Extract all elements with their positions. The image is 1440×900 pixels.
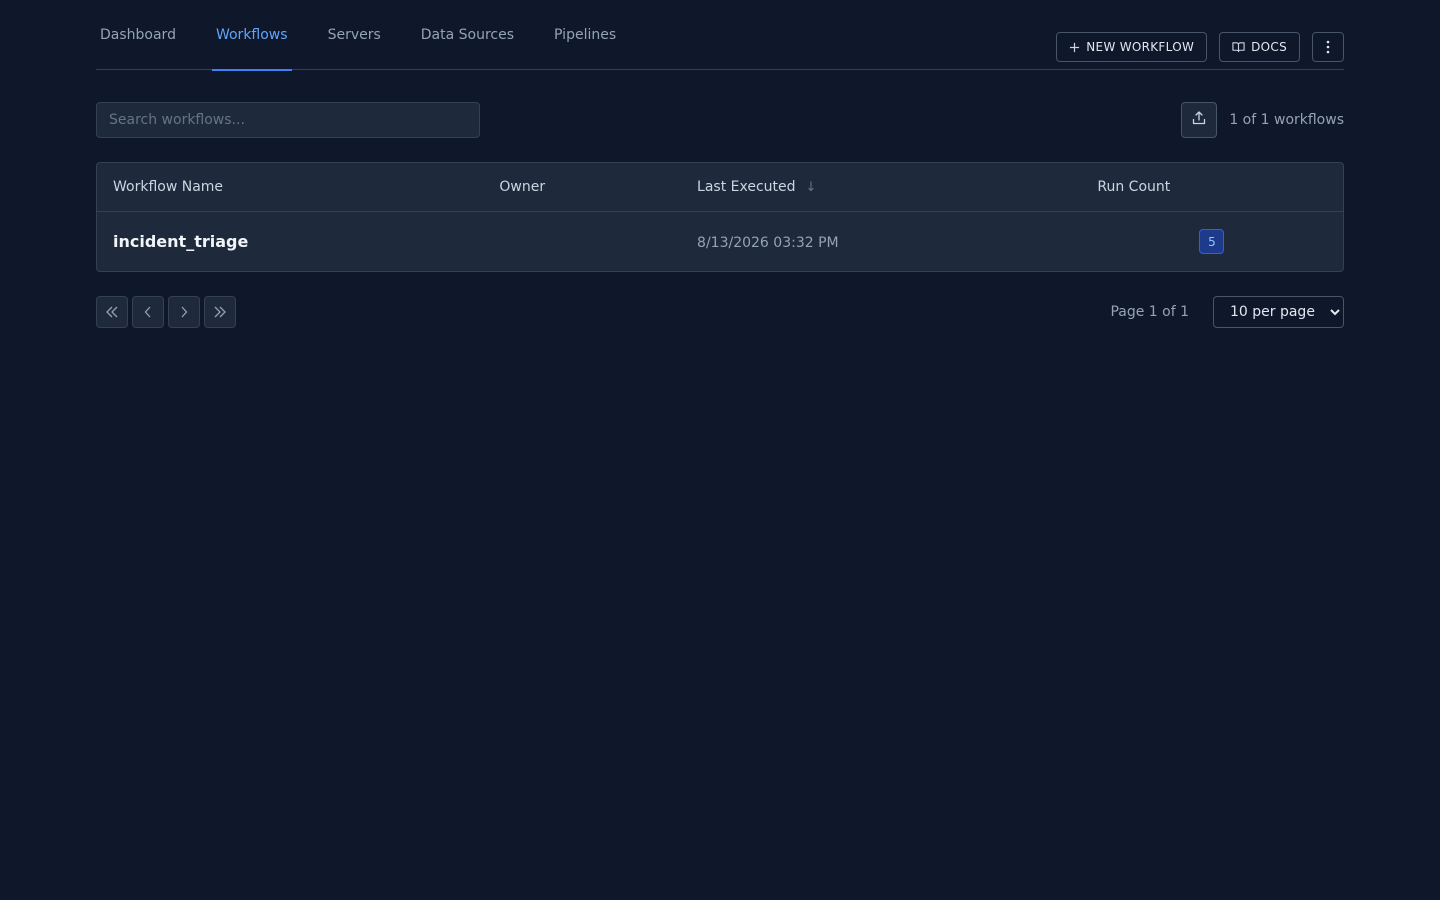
column-header-last-executed[interactable]: Last Executed ↓	[697, 179, 1097, 195]
sort-desc-icon: ↓	[805, 179, 817, 195]
chevrons-right-icon	[213, 303, 227, 322]
workflow-name[interactable]: incident_triage	[113, 232, 248, 251]
page-indicator: Page 1 of 1	[1110, 304, 1189, 320]
chevron-left-icon	[144, 303, 152, 322]
column-header-run-count[interactable]: Run Count	[1097, 179, 1343, 195]
plus-icon	[1069, 42, 1080, 53]
table-row[interactable]: incident_triage 8/13/2026 03:32 PM 5	[97, 212, 1343, 271]
app-container: Dashboard Workflows Servers Data Sources…	[96, 0, 1344, 328]
tab-pipelines[interactable]: Pipelines	[550, 0, 620, 70]
tab-dashboard[interactable]: Dashboard	[96, 0, 180, 70]
column-header-workflow-name[interactable]: Workflow Name	[97, 179, 499, 195]
run-count-badge: 5	[1199, 229, 1225, 254]
export-button[interactable]	[1181, 102, 1218, 138]
column-header-owner[interactable]: Owner	[499, 179, 697, 195]
tab-servers[interactable]: Servers	[324, 0, 385, 70]
tab-data-sources[interactable]: Data Sources	[417, 0, 518, 70]
docs-label: DOCS	[1251, 40, 1287, 54]
workflows-table: Workflow Name Owner Last Executed ↓ Run …	[96, 162, 1344, 272]
search-input[interactable]	[96, 102, 480, 138]
toolbar: 1 of 1 workflows	[96, 102, 1344, 138]
chevron-right-icon	[180, 303, 188, 322]
new-workflow-label: NEW WORKFLOW	[1086, 40, 1195, 54]
book-icon	[1232, 41, 1245, 53]
more-options-button[interactable]	[1312, 32, 1344, 62]
pagination-info: Page 1 of 1 10 per page	[1110, 296, 1344, 328]
first-page-button[interactable]	[96, 296, 128, 328]
previous-page-button[interactable]	[132, 296, 164, 328]
more-vertical-icon	[1326, 40, 1330, 54]
tab-workflows[interactable]: Workflows	[211, 0, 292, 71]
column-label: Last Executed	[697, 179, 796, 195]
next-page-button[interactable]	[168, 296, 200, 328]
header-actions: NEW WORKFLOW DOCS	[1056, 32, 1344, 62]
nav-tabs: Dashboard Workflows Servers Data Sources…	[96, 0, 652, 71]
top-nav: Dashboard Workflows Servers Data Sources…	[96, 0, 1344, 71]
per-page-select[interactable]: 10 per page	[1213, 296, 1344, 328]
chevrons-left-icon	[105, 303, 119, 322]
docs-button[interactable]: DOCS	[1219, 32, 1300, 62]
last-executed: 8/13/2026 03:32 PM	[697, 235, 839, 251]
toolbar-right: 1 of 1 workflows	[1181, 102, 1344, 138]
last-page-button[interactable]	[204, 296, 236, 328]
upload-icon	[1191, 110, 1207, 130]
column-label: Workflow Name	[113, 179, 224, 195]
new-workflow-button[interactable]: NEW WORKFLOW	[1056, 32, 1208, 62]
workflow-count: 1 of 1 workflows	[1229, 112, 1344, 128]
pagination-buttons	[96, 296, 236, 328]
column-label: Owner	[499, 179, 546, 195]
table-header: Workflow Name Owner Last Executed ↓ Run …	[97, 163, 1343, 212]
pagination: Page 1 of 1 10 per page	[96, 296, 1344, 328]
column-label: Run Count	[1097, 179, 1171, 195]
